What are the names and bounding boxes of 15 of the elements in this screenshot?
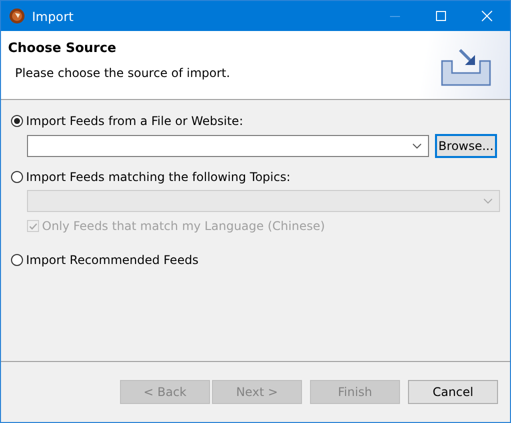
radio-button[interactable] (11, 171, 23, 183)
window-title: Import (32, 8, 74, 24)
browse-button[interactable]: Browse... (435, 134, 497, 158)
app-icon (9, 8, 25, 24)
page-title: Choose Source (8, 41, 118, 56)
option-label[interactable]: Import Feeds from a File or Website: (26, 114, 244, 128)
radio-button[interactable] (11, 254, 23, 266)
radio-button[interactable] (11, 115, 23, 127)
option-label[interactable]: Import Feeds matching the following Topics: (26, 170, 290, 184)
dialog-button[interactable]: Cancel (408, 380, 498, 404)
page-description: Please choose the source of import. (15, 66, 230, 80)
url-combo-box[interactable] (27, 135, 429, 157)
dropdown-icon[interactable] (412, 143, 422, 149)
import-tray-icon (440, 47, 492, 87)
option-label[interactable]: Import Recommended Feeds (26, 253, 198, 267)
